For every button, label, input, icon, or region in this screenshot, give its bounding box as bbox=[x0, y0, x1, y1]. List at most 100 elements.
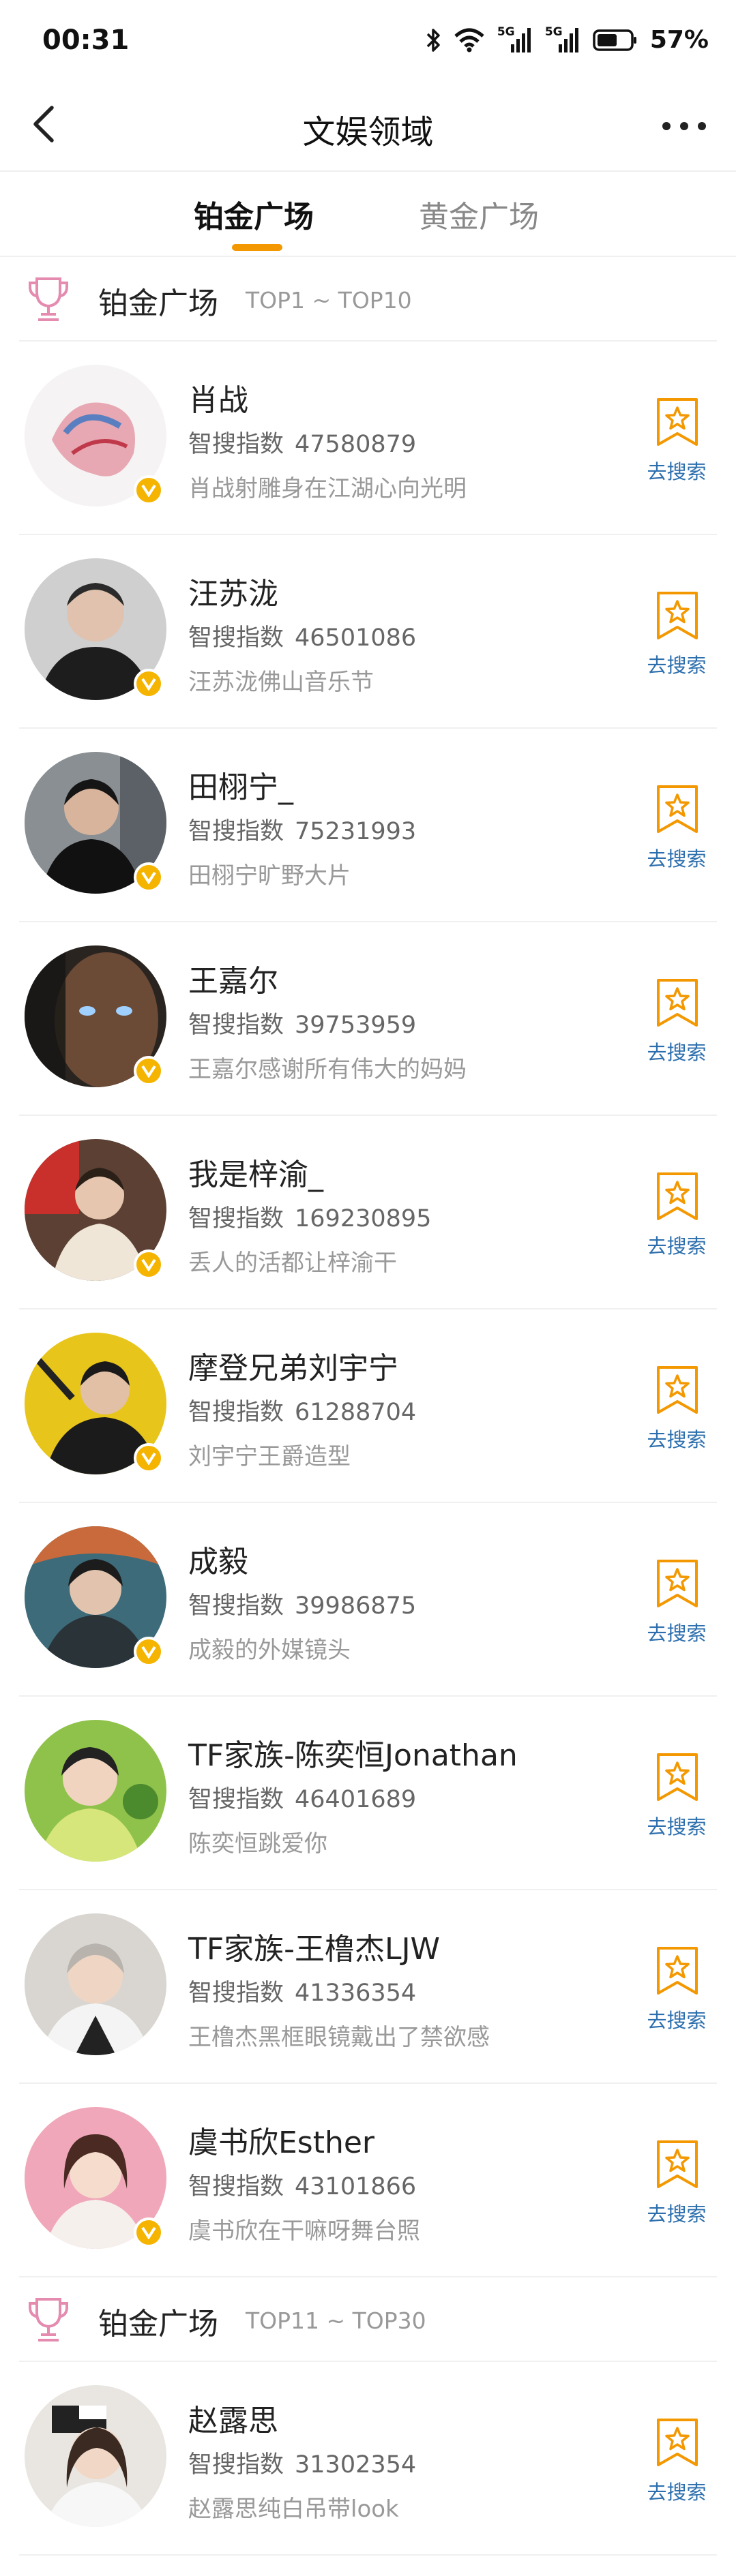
list-item[interactable]: 田栩宁_ 智搜指数 75231993 田栩宁旷野大片 去搜索 bbox=[0, 729, 736, 922]
more-options-icon[interactable] bbox=[657, 109, 711, 143]
search-button[interactable]: 去搜索 bbox=[645, 590, 708, 678]
item-description[interactable]: 刘宇宁王爵造型 bbox=[188, 1438, 351, 1471]
verified-badge-icon bbox=[134, 1637, 164, 1667]
item-description[interactable]: 成毅的外媒镜头 bbox=[188, 1631, 351, 1665]
list-item[interactable]: TF家族-陈奕恒Jonathan 智搜指数 46401689 陈奕恒跳爱你 去搜索 bbox=[0, 1697, 736, 1890]
bookmark-star-icon bbox=[657, 2140, 698, 2188]
index-value: 41336354 bbox=[295, 1980, 417, 2007]
index-label: 智搜指数 bbox=[188, 818, 284, 845]
section-range: TOP1 ~ TOP10 bbox=[246, 287, 412, 314]
bookmark-star-icon bbox=[657, 1560, 698, 1607]
list-item[interactable]: 成毅 智搜指数 39986875 成毅的外媒镜头 去搜索 bbox=[0, 1503, 736, 1697]
index-value: 47580879 bbox=[295, 431, 417, 458]
nav-bar: 文娱领域 bbox=[0, 82, 736, 170]
item-description[interactable]: 王橹杰黑框眼镜戴出了禁欲感 bbox=[188, 2018, 490, 2052]
tab-gold-square[interactable]: 黄金广场 bbox=[419, 192, 539, 236]
search-button-label: 去搜索 bbox=[647, 1622, 707, 1645]
item-name[interactable]: 肖战 bbox=[188, 376, 248, 419]
search-button[interactable]: 去搜索 bbox=[645, 396, 708, 485]
search-button-label: 去搜索 bbox=[647, 460, 707, 483]
search-button[interactable]: 去搜索 bbox=[645, 1170, 708, 1259]
signal-bars-icon bbox=[558, 27, 578, 52]
trophy-icon bbox=[29, 277, 68, 321]
item-description[interactable]: 丢人的活都让梓渝干 bbox=[188, 1244, 397, 1277]
item-name[interactable]: 王嘉尔 bbox=[188, 956, 278, 1000]
list-item[interactable]: 肖战 智搜指数 47580879 肖战射雕身在江湖心向光明 去搜索 bbox=[0, 342, 736, 535]
bookmark-star-icon bbox=[657, 1366, 698, 1414]
index-label: 智搜指数 bbox=[188, 1592, 284, 1620]
list-item[interactable]: 汪苏泷 智搜指数 46501086 汪苏泷佛山音乐节 去搜索 bbox=[0, 535, 736, 729]
list-item[interactable]: TF家族-王橹杰LJW 智搜指数 41336354 王橹杰黑框眼镜戴出了禁欲感 去… bbox=[0, 1890, 736, 2084]
index-value: 169230895 bbox=[295, 1205, 432, 1232]
index-value: 31302354 bbox=[295, 2451, 417, 2479]
tab-platinum-square[interactable]: 铂金广场 bbox=[194, 192, 314, 236]
search-button[interactable]: 去搜索 bbox=[645, 2138, 708, 2227]
index-line: 智搜指数 39753959 bbox=[188, 1005, 416, 1040]
list-item[interactable]: 我是梓渝_ 智搜指数 169230895 丢人的活都让梓渝干 去搜索 bbox=[0, 1116, 736, 1309]
list-item[interactable]: 王嘉尔 智搜指数 39753959 王嘉尔感谢所有伟大的妈妈 去搜索 bbox=[0, 922, 736, 1116]
index-value: 43101866 bbox=[295, 2173, 417, 2200]
index-label: 智搜指数 bbox=[188, 2173, 284, 2200]
verified-badge-icon bbox=[134, 1249, 164, 1279]
item-description[interactable]: 汪苏泷佛山音乐节 bbox=[188, 663, 374, 697]
avatar[interactable] bbox=[25, 2385, 166, 2527]
item-name[interactable]: 田栩宁_ bbox=[188, 763, 293, 806]
bookmark-star-icon bbox=[657, 785, 698, 833]
index-line: 智搜指数 46501086 bbox=[188, 618, 416, 653]
section-header-top30: 铂金广场 TOP11 ~ TOP30 bbox=[0, 2277, 736, 2362]
item-name[interactable]: 我是梓渝_ bbox=[188, 1150, 323, 1194]
index-line: 智搜指数 169230895 bbox=[188, 1199, 431, 1234]
search-button[interactable]: 去搜索 bbox=[645, 1751, 708, 1840]
item-description[interactable]: 王嘉尔感谢所有伟大的妈妈 bbox=[188, 1050, 467, 1084]
item-divider bbox=[19, 2554, 717, 2556]
item-description[interactable]: 陈奕恒跳爱你 bbox=[188, 1825, 327, 1858]
signal-2: 5G bbox=[545, 25, 580, 54]
list-item[interactable]: 虞书欣Esther 智搜指数 43101866 虞书欣在干嘛呀舞台照 去搜索 bbox=[0, 2084, 736, 2277]
search-button-label: 去搜索 bbox=[647, 1815, 707, 1838]
avatar[interactable] bbox=[25, 1913, 166, 2055]
item-name[interactable]: TF家族-王橹杰LJW bbox=[188, 1924, 440, 1968]
item-name[interactable]: 汪苏泷 bbox=[188, 569, 278, 613]
list-item[interactable]: 赵露思 智搜指数 31302354 赵露思纯白吊带look 去搜索 bbox=[0, 2362, 736, 2556]
search-button[interactable]: 去搜索 bbox=[645, 977, 708, 1065]
index-label: 智搜指数 bbox=[188, 1980, 284, 2007]
battery-percent: 57% bbox=[649, 26, 709, 54]
verified-badge-icon bbox=[134, 862, 164, 892]
item-name[interactable]: 摩登兄弟刘宇宁 bbox=[188, 1344, 398, 1387]
index-label: 智搜指数 bbox=[188, 431, 284, 458]
list-item[interactable]: 摩登兄弟刘宇宁 智搜指数 61288704 刘宇宁王爵造型 去搜索 bbox=[0, 1309, 736, 1503]
item-name[interactable]: 成毅 bbox=[188, 1537, 248, 1581]
item-description[interactable]: 虞书欣在干嘛呀舞台照 bbox=[188, 2212, 420, 2245]
verified-badge-icon bbox=[134, 2217, 164, 2247]
item-description[interactable]: 田栩宁旷野大片 bbox=[188, 857, 351, 890]
item-description[interactable]: 肖战射雕身在江湖心向光明 bbox=[188, 470, 467, 503]
bookmark-star-icon bbox=[657, 1947, 698, 1995]
bookmark-star-icon bbox=[657, 592, 698, 639]
index-label: 智搜指数 bbox=[188, 1012, 284, 1039]
index-label: 智搜指数 bbox=[188, 1399, 284, 1426]
status-time: 00:31 bbox=[42, 25, 130, 56]
section-title: 铂金广场 bbox=[98, 286, 218, 321]
index-line: 智搜指数 31302354 bbox=[188, 2445, 416, 2480]
search-button[interactable]: 去搜索 bbox=[645, 1558, 708, 1646]
item-name[interactable]: 虞书欣Esther bbox=[188, 2118, 374, 2162]
search-button[interactable]: 去搜索 bbox=[645, 1364, 708, 1453]
index-value: 46401689 bbox=[295, 1786, 417, 1813]
verified-badge-icon bbox=[134, 669, 164, 699]
index-value: 39986875 bbox=[295, 1592, 417, 1620]
verified-badge-icon bbox=[134, 1443, 164, 1473]
index-label: 智搜指数 bbox=[188, 624, 284, 652]
section-title: 铂金广场 bbox=[98, 2307, 218, 2342]
item-description[interactable]: 赵露思纯白吊带look bbox=[188, 2490, 399, 2524]
item-name[interactable]: 赵露思 bbox=[188, 2396, 278, 2440]
avatar[interactable] bbox=[25, 1720, 166, 1862]
search-button-label: 去搜索 bbox=[647, 2481, 707, 2504]
index-line: 智搜指数 41336354 bbox=[188, 1973, 416, 2008]
search-button[interactable]: 去搜索 bbox=[645, 1945, 708, 2033]
item-name[interactable]: TF家族-陈奕恒Jonathan bbox=[188, 1731, 518, 1774]
search-button-label: 去搜索 bbox=[647, 2009, 707, 2032]
index-value: 75231993 bbox=[295, 818, 417, 845]
search-button[interactable]: 去搜索 bbox=[645, 2416, 708, 2505]
search-button[interactable]: 去搜索 bbox=[645, 783, 708, 872]
index-line: 智搜指数 39986875 bbox=[188, 1586, 416, 1621]
